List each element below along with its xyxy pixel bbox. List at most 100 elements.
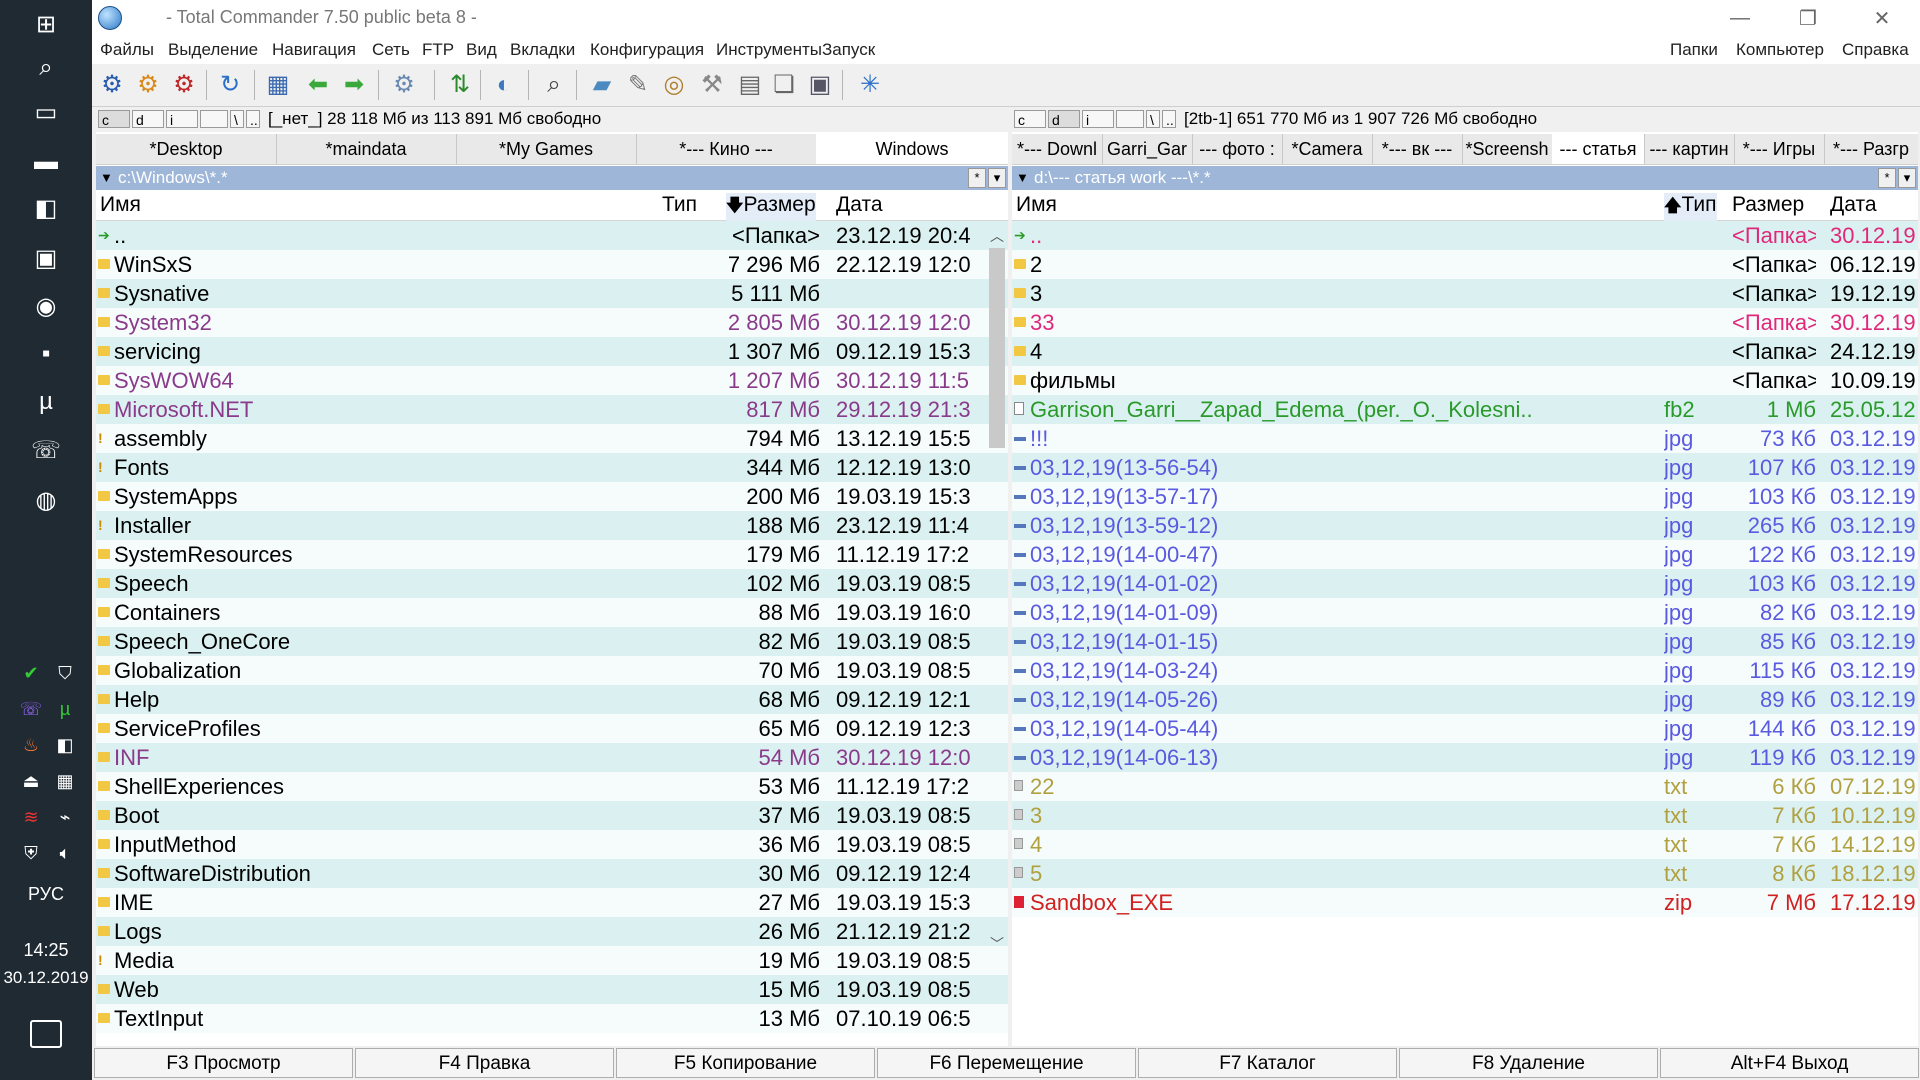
security-icon[interactable]: ⛉ <box>52 660 78 686</box>
menu-item-5[interactable]: Вид <box>466 40 497 60</box>
file-row[interactable]: 33 <Папка> 30.12.19 14:23 <box>1012 308 1918 337</box>
column-size[interactable]: 🡇Размер <box>726 193 816 222</box>
fkey-button-8[interactable]: F8 Удаление <box>1399 1048 1658 1078</box>
refresh-icon[interactable]: ↻ <box>214 69 246 101</box>
menu-right-item-0[interactable]: Папки <box>1670 40 1718 60</box>
file-row[interactable]: ServiceProfiles 65 Мб 09.12.19 12:3 <box>96 714 1008 743</box>
sticky-notes-icon[interactable]: ▪ <box>28 336 64 372</box>
ftp-connect-icon[interactable]: ◐ <box>488 69 520 101</box>
history-dropdown-icon[interactable]: ▼ <box>1016 166 1029 190</box>
file-row[interactable]: 03,12,19(14-01-02) jpg 103 Кб 03.12.19 14:1… <box>1012 569 1918 598</box>
history-dropdown-icon[interactable]: ▼ <box>100 166 113 190</box>
file-row[interactable]: Sysnative 5 111 Мб <box>96 279 1008 308</box>
left-panel[interactable]: c d i \.. [_нет_] 28 118 Мб из 113 891 Мб св… <box>96 108 1008 1046</box>
close-button[interactable]: ✕ <box>1852 0 1912 36</box>
radio-tray-icon[interactable]: ≋ <box>18 804 44 830</box>
file-row[interactable]: 22 txt 6 Кб 07.12.19 20:14 <box>1012 772 1918 801</box>
file-row[interactable]: ! Media 19 Мб 19.03.19 08:5 <box>96 946 1008 975</box>
column-type[interactable]: 🡅Тип <box>1664 193 1717 222</box>
file-row[interactable]: 03,12,19(13-56-54) jpg 107 Кб 03.12.19 14:1… <box>1012 453 1918 482</box>
file-row[interactable]: ! Fonts 344 Мб 12.12.19 13:0 <box>96 453 1008 482</box>
defender-icon[interactable]: ⛨ <box>18 840 44 866</box>
folder-tab[interactable]: *Screensh <box>1462 134 1553 164</box>
file-row[interactable]: Sandbox_EXE zip 7 Мб 17.12.19 21:20 <box>1012 888 1918 917</box>
menu-right-item-2[interactable]: Справка <box>1842 40 1909 60</box>
file-row[interactable]: System32 2 805 Мб 30.12.19 12:0 <box>96 308 1008 337</box>
multi-rename-icon[interactable]: ⚙ <box>388 69 420 101</box>
folder-tab[interactable]: *--- Downl <box>1012 134 1103 164</box>
volume-icon[interactable]: 🔈︎ <box>52 840 78 866</box>
pack-icon[interactable]: ▰ <box>586 69 618 101</box>
minimize-button[interactable]: — <box>1710 0 1770 36</box>
drive-button-1[interactable]: d <box>132 110 164 128</box>
file-row[interactable]: Speech 102 Мб 19.03.19 08:5 <box>96 569 1008 598</box>
folder-tab[interactable]: *Camera <box>1282 134 1373 164</box>
fkey-button-4[interactable]: F4 Правка <box>355 1048 614 1078</box>
drive-button-5[interactable]: .. <box>1162 110 1176 128</box>
file-row[interactable]: 03,12,19(14-05-26) jpg 89 Кб 03.12.19 14:13 <box>1012 685 1918 714</box>
file-row[interactable]: 03,12,19(14-01-15) jpg 85 Кб 03.12.19 14:14 <box>1012 627 1918 656</box>
path-bar[interactable]: ▼ d:\--- статья work ---\*.* * ▾ <box>1012 166 1918 190</box>
folder-tab[interactable]: *Desktop <box>96 134 277 164</box>
find-files-icon[interactable]: ⌕ <box>538 69 570 101</box>
vertical-scrollbar[interactable]: ︿ ﹀ <box>986 108 1008 1046</box>
app-globe-icon[interactable] <box>98 6 122 30</box>
file-row[interactable]: ShellExperiences 53 Мб 11.12.19 17:2 <box>96 772 1008 801</box>
fkey-button-7[interactable]: F7 Каталог <box>1138 1048 1397 1078</box>
column-date[interactable]: Дата <box>1830 193 1877 217</box>
network-icon[interactable]: ✳ <box>854 69 886 101</box>
total-commander-icon[interactable]: ◍ <box>28 482 64 518</box>
copy-names-icon[interactable]: ❏ <box>768 69 800 101</box>
file-row[interactable]: Containers 88 Мб 19.03.19 16:0 <box>96 598 1008 627</box>
column-name[interactable]: Имя <box>1016 193 1057 217</box>
file-row[interactable]: 03,12,19(14-03-24) jpg 115 Кб 03.12.19 14:1… <box>1012 656 1918 685</box>
network-tray-icon[interactable]: ▦ <box>52 768 78 794</box>
scroll-thumb[interactable] <box>989 248 1005 448</box>
folder-tab[interactable]: *maindata <box>276 134 457 164</box>
drive-button-1[interactable]: d <box>1048 110 1080 128</box>
file-row[interactable]: 4 txt 7 Кб 14.12.19 16:42 <box>1012 830 1918 859</box>
folder-tab[interactable]: *--- Разгр <box>1824 134 1918 164</box>
file-row[interactable]: servicing 1 307 Мб 09.12.19 15:3 <box>96 337 1008 366</box>
fkey-button-3[interactable]: F3 Просмотр <box>94 1048 353 1078</box>
path-bar[interactable]: ▼ c:\Windows\*.* * ▾ <box>96 166 1008 190</box>
menu-item-6[interactable]: Вкладки <box>510 40 575 60</box>
file-row[interactable]: SystemApps 200 Мб 19.03.19 15:3 <box>96 482 1008 511</box>
menu-item-0[interactable]: Файлы <box>100 40 154 60</box>
notepad-icon[interactable]: ▤ <box>734 69 766 101</box>
file-row[interactable]: WinSxS 7 296 Мб 22.12.19 12:0 <box>96 250 1008 279</box>
search-icon[interactable]: ⌕ <box>28 50 64 86</box>
file-row[interactable]: ! assembly 794 Мб 13.12.19 15:5 <box>96 424 1008 453</box>
input-language[interactable]: РУС <box>0 884 92 905</box>
file-row[interactable]: ➔.. <Папка> 23.12.19 20:4 <box>96 221 1008 250</box>
file-row[interactable]: Globalization 70 Мб 19.03.19 08:5 <box>96 656 1008 685</box>
viber-tray-icon[interactable]: ☏ <box>18 696 44 722</box>
window-icon[interactable]: ▣ <box>804 69 836 101</box>
utorrent-tray-icon[interactable]: µ <box>52 696 78 722</box>
cd-burn-icon[interactable]: ◎ <box>658 69 690 101</box>
usb-icon[interactable]: ⏏ <box>18 768 44 794</box>
file-row[interactable]: 4 <Папка> 24.12.19 16:11 <box>1012 337 1918 366</box>
viber-icon[interactable]: ☏ <box>28 432 64 468</box>
hotlist-button[interactable]: ▾ <box>1898 168 1916 188</box>
filter-button[interactable]: * <box>1878 168 1896 188</box>
drive-button-2[interactable]: i <box>166 110 198 128</box>
drive-button-4[interactable]: \ <box>1146 110 1160 128</box>
brief-view-icon[interactable]: ▦ <box>262 69 294 101</box>
menu-item-4[interactable]: FTP <box>422 40 454 60</box>
file-row[interactable]: ➔.. <Папка> 30.12.19 14:23 <box>1012 221 1918 250</box>
file-row[interactable]: 03,12,19(14-01-09) jpg 82 Кб 03.12.19 14:14 <box>1012 598 1918 627</box>
right-panel[interactable]: c d i \.. [2tb-1] 651 770 Мб из 1 907 726 Мб… <box>1012 108 1918 1046</box>
column-type[interactable]: Тип <box>662 193 697 217</box>
file-row[interactable]: Help 68 Мб 09.12.19 12:1 <box>96 685 1008 714</box>
menu-item-1[interactable]: Выделение <box>168 40 258 60</box>
folder-tab[interactable]: *--- Кино --- <box>636 134 817 164</box>
folder-tab[interactable]: *--- вк --- <box>1372 134 1463 164</box>
file-row[interactable]: Speech_OneCore 82 Мб 19.03.19 08:5 <box>96 627 1008 656</box>
file-row[interactable]: 5 txt 8 Кб 18.12.19 16:34 <box>1012 859 1918 888</box>
file-row[interactable]: 03,12,19(14-06-13) jpg 119 Кб 03.12.19 14:1… <box>1012 743 1918 772</box>
settings-gear-orange-icon[interactable]: ⚙ <box>132 69 164 101</box>
scroll-down-icon[interactable]: ﹀ <box>986 934 1008 956</box>
firefox-icon[interactable]: ◉ <box>28 288 64 324</box>
column-size[interactable]: Размер <box>1732 193 1804 217</box>
